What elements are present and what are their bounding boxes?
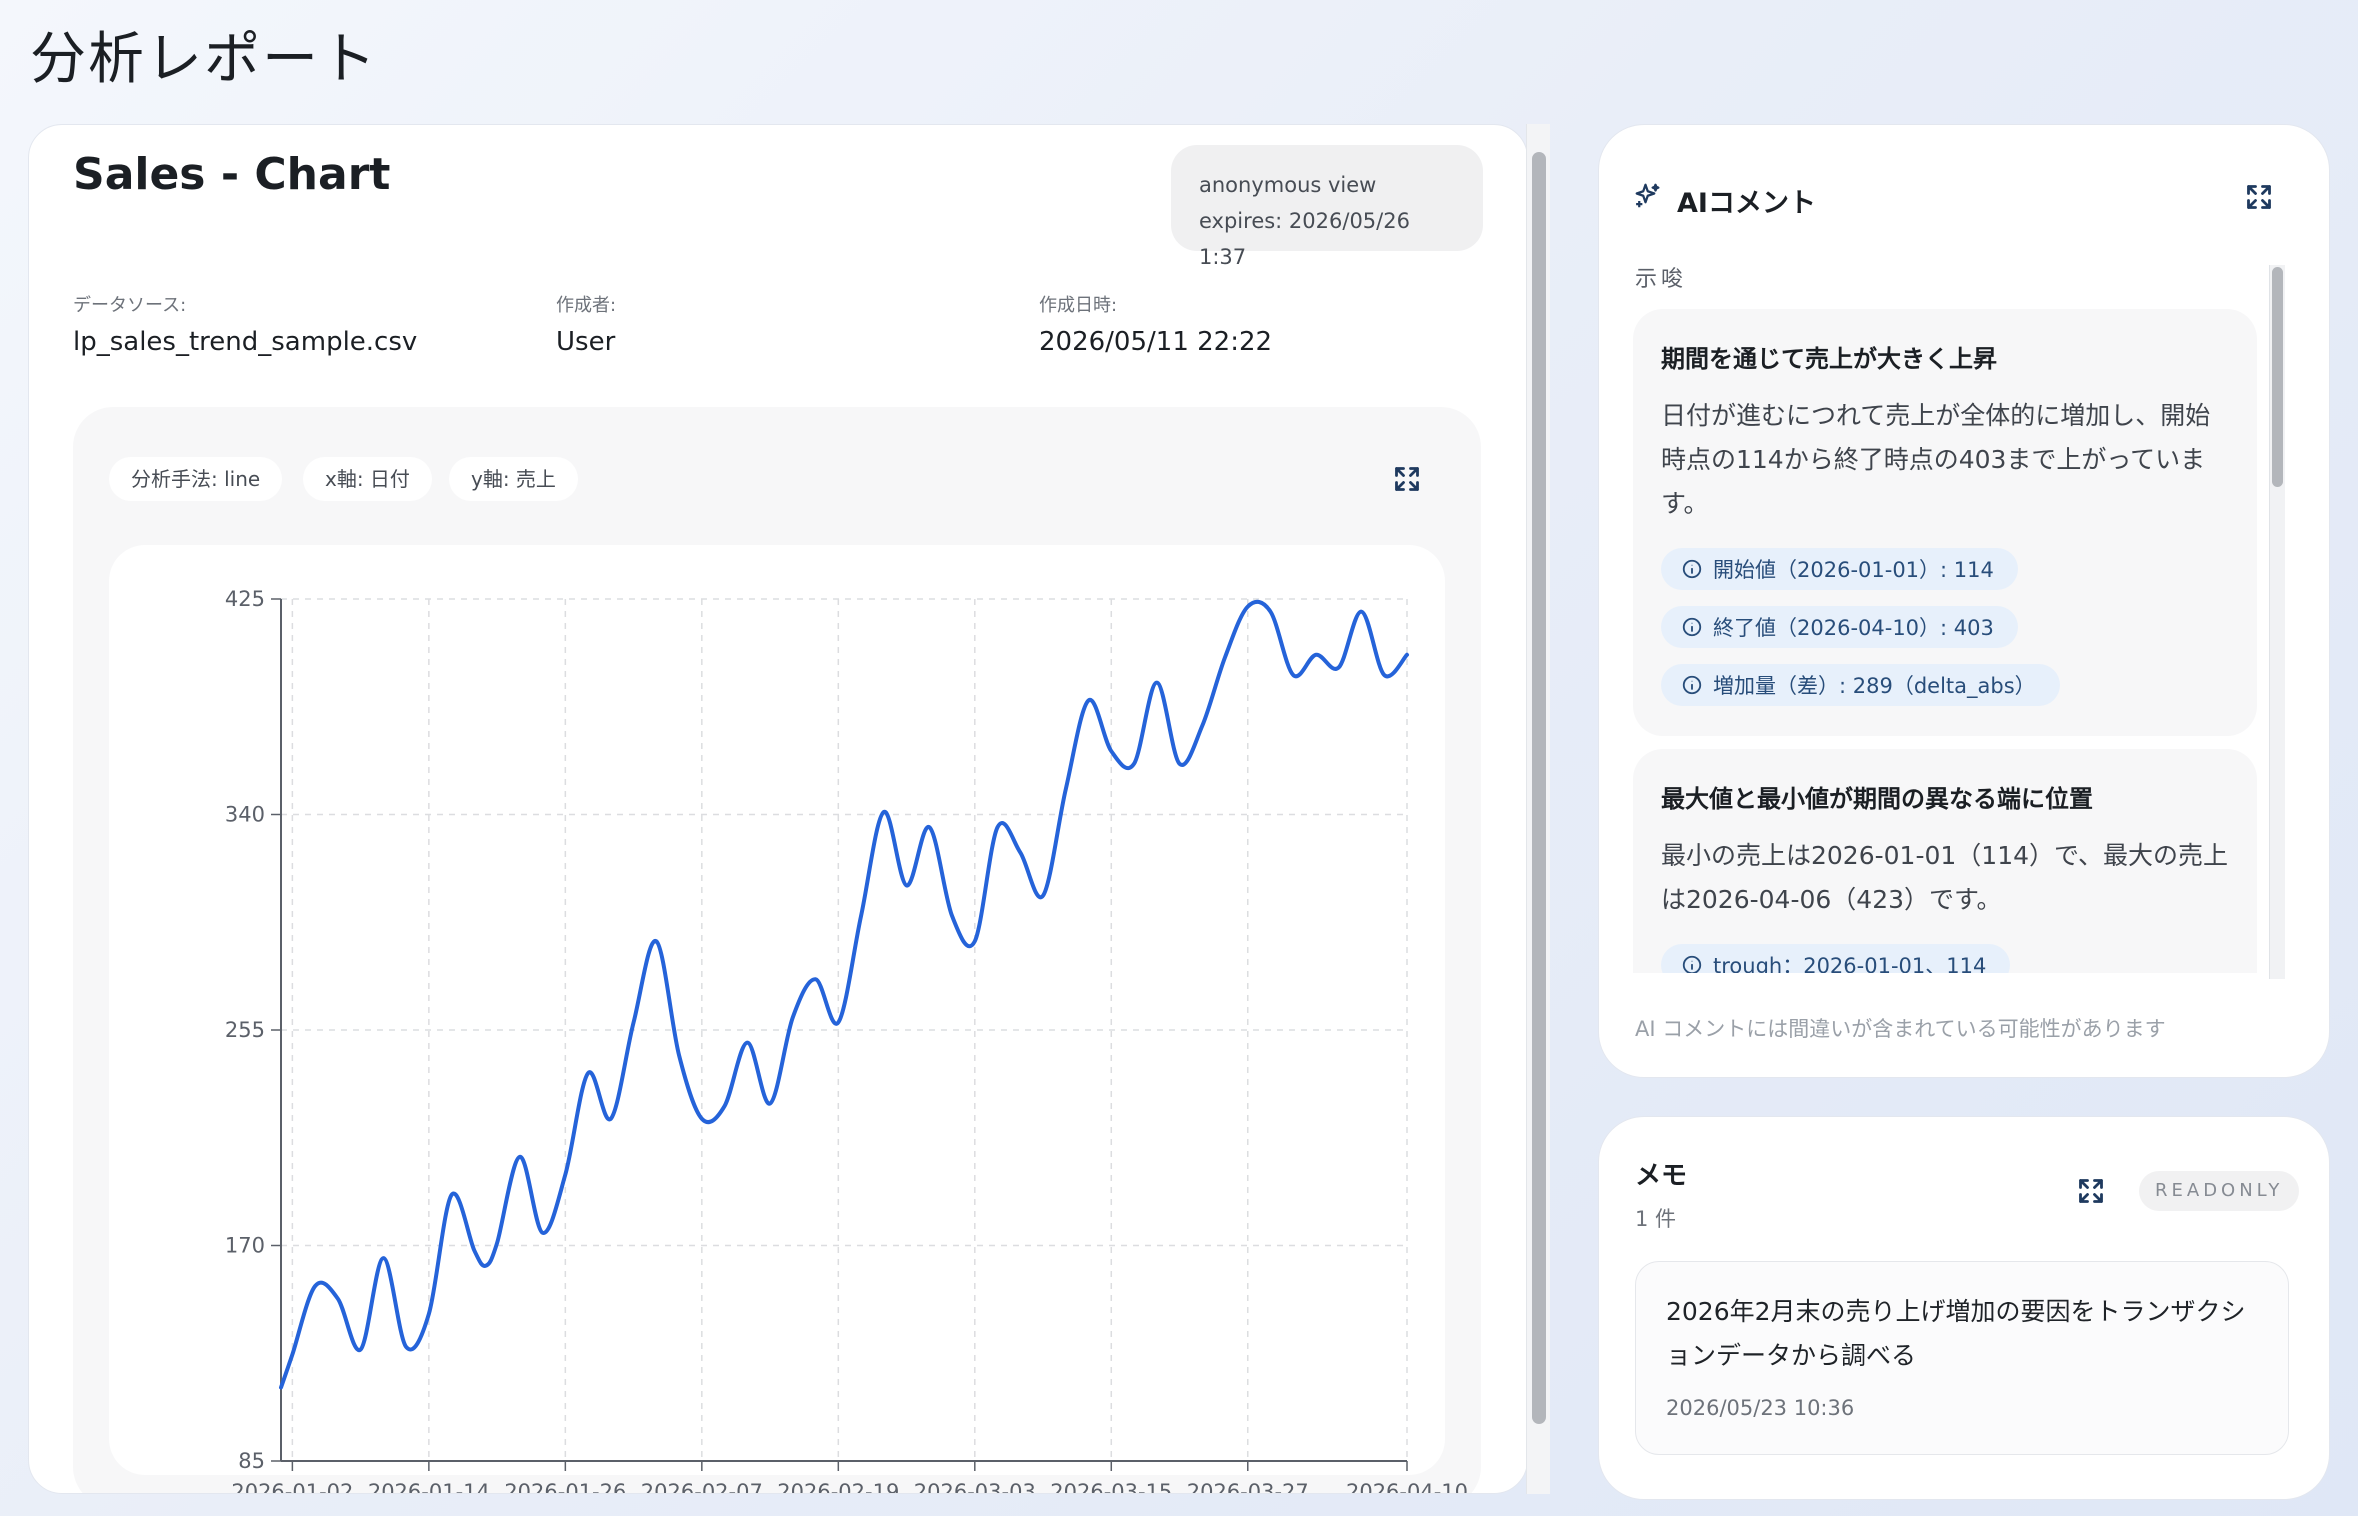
x-tick-label: 2026-02-19	[777, 1480, 899, 1494]
insight-tag: trough：2026-01-01、114	[1661, 944, 2011, 973]
created-at-value: 2026/05/11 22:22	[1039, 327, 1273, 357]
ai-scrollbar-thumb[interactable]	[2272, 267, 2283, 487]
x-tick-label: 2026-01-26	[504, 1480, 626, 1494]
author-label: 作成者:	[556, 295, 617, 316]
memo-note-time: 2026/05/23 10:36	[1666, 1396, 1855, 1420]
ai-disclaimer: AI コメントには間違いが含まれている可能性があります	[1635, 1017, 2166, 1041]
insight-body: 日付が進むにつれて売上が全体的に増加し、開始時点の114から終了時点の403まで…	[1661, 401, 2211, 518]
anonymous-view-label: anonymous view	[1199, 173, 1377, 197]
memo-expand-button[interactable]	[2073, 1173, 2109, 1209]
memo-note-text: 2026年2月末の売り上げ増加の要因をトランザクションデータから調べる	[1666, 1297, 2246, 1370]
x-tick-label: 2026-04-10	[1346, 1480, 1468, 1494]
insight-body: 最小の売上は2026-01-01（114）で、最大の売上は2026-04-06（…	[1661, 841, 2229, 914]
expand-icon	[2247, 185, 2271, 209]
datasource-value: lp_sales_trend_sample.csv	[73, 327, 418, 357]
y-tick-label: 85	[238, 1449, 265, 1473]
memo-count: 1 件	[1635, 1207, 1677, 1231]
y-tick-label: 340	[225, 803, 265, 827]
y-tick-label: 170	[225, 1234, 265, 1258]
insight-tag: 開始値（2026-01-01）: 114	[1661, 548, 2018, 590]
line-chart: 425 340 255 170 85 2026-01-02 2026-01-14 2026-0…	[225, 587, 1468, 1494]
memo-card: メモ 1 件 READONLY 2026年2月末の売り上げ増加の要因をトランザク…	[1598, 1116, 2330, 1500]
readonly-badge: READONLY	[2139, 1171, 2300, 1211]
series-line-sales	[279, 599, 1409, 1390]
chip-x-axis: x軸: 日付	[303, 457, 432, 501]
insight-title: 期間を通じて売上が大きく上昇	[1661, 345, 1997, 373]
info-icon	[1682, 617, 1702, 637]
created-at-label: 作成日時:	[1039, 295, 1118, 316]
main-scrollbar-thumb[interactable]	[1532, 152, 1546, 1424]
insight-tag-text: 増加量（差）: 289（delta_abs）	[1713, 674, 2036, 698]
expires-label: expires: 2026/05/26 1:37	[1199, 209, 1410, 269]
report-card: Sales - Chart anonymous view expires: 20…	[28, 124, 1528, 1494]
ai-comment-title: AIコメント	[1677, 188, 1816, 219]
ai-expand-button[interactable]	[2241, 179, 2277, 215]
info-icon	[1682, 675, 1702, 695]
x-tick-label: 2026-03-03	[914, 1480, 1036, 1494]
x-tick-label: 2026-03-27	[1187, 1480, 1309, 1494]
ai-comment-card: AIコメント 示唆 期間を通じて売上が大きく上昇 日付が進むにつれて売上が全体的…	[1598, 124, 2330, 1078]
insight-tag-text: 開始値（2026-01-01）: 114	[1713, 558, 1994, 582]
chip-method: 分析手法: line	[109, 457, 283, 501]
expand-icon	[1395, 467, 1419, 491]
insight-tag-text: 終了値（2026-04-10）: 403	[1713, 616, 1994, 640]
page-title: 分析レポート	[30, 27, 378, 92]
memo-title: メモ	[1635, 1161, 1688, 1191]
chart-expand-button[interactable]	[1389, 461, 1425, 497]
x-tick-label: 2026-01-14	[368, 1480, 490, 1494]
insight-card: 期間を通じて売上が大きく上昇 日付が進むにつれて売上が全体的に増加し、開始時点の…	[1633, 309, 2257, 736]
datasource-label: データソース:	[73, 295, 187, 316]
ai-section-label: 示唆	[1635, 267, 1688, 292]
author-value: User	[556, 327, 616, 357]
x-tick-label: 2026-01-02	[231, 1480, 353, 1494]
expand-icon	[2079, 1179, 2103, 1203]
anonymous-view-badge: anonymous view expires: 2026/05/26 1:37	[1171, 145, 1483, 269]
info-icon	[1682, 955, 1702, 973]
chip-y-axis: y軸: 売上	[449, 457, 578, 501]
insight-tag-text: trough：2026-01-01、114	[1713, 954, 1987, 973]
x-tick-label: 2026-03-15	[1050, 1480, 1172, 1494]
insight-title: 最大値と最小値が期間の異なる端に位置	[1661, 785, 2093, 813]
insight-tag: 増加量（差）: 289（delta_abs）	[1661, 664, 2060, 706]
y-tick-label: 425	[225, 587, 265, 611]
y-tick-label: 255	[225, 1018, 265, 1042]
x-tick-label: 2026-02-07	[641, 1480, 763, 1494]
info-icon	[1682, 559, 1702, 579]
memo-note: 2026年2月末の売り上げ増加の要因をトランザクションデータから調べる 2026…	[1635, 1261, 2289, 1455]
insight-tag: 終了値（2026-04-10）: 403	[1661, 606, 2018, 648]
report-heading: Sales - Chart	[73, 149, 391, 200]
ai-insights-list: 期間を通じて売上が大きく上昇 日付が進むにつれて売上が全体的に増加し、開始時点の…	[1633, 309, 2263, 973]
chart-container: 425 340 255 170 85 2026-01-02 2026-01-14 2026-0…	[109, 545, 1468, 1493]
insight-card: 最大値と最小値が期間の異なる端に位置 最小の売上は2026-01-01（114）…	[1633, 749, 2257, 973]
sparkle-icon	[1635, 183, 1660, 208]
